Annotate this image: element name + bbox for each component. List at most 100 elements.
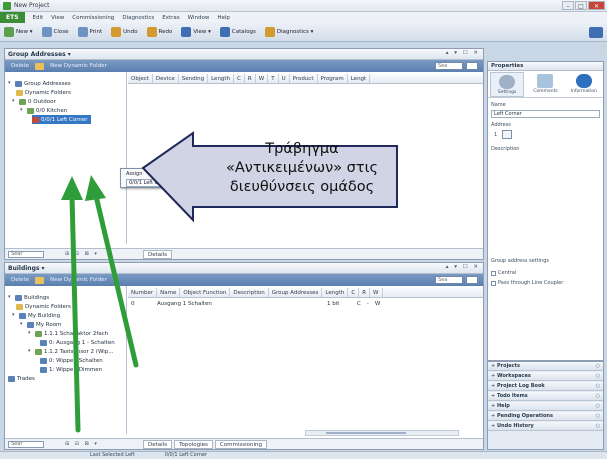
redo-button[interactable]: Redo (146, 27, 172, 37)
close-project-button[interactable]: Close (41, 27, 69, 37)
side-item-help[interactable]: Help (488, 402, 603, 411)
column-object[interactable]: Object (128, 74, 153, 83)
column-group-addresses[interactable]: Group Addresses (269, 288, 323, 297)
collapse-icon[interactable]: ▾ (12, 99, 17, 104)
column-r[interactable]: R (245, 74, 256, 83)
central-checkbox[interactable]: Central (491, 270, 516, 276)
column-w[interactable]: W (370, 288, 383, 297)
group-pane-controls[interactable]: ▴ ▾ ☐ ✕ (446, 50, 480, 56)
tab-details[interactable]: Details (143, 440, 173, 449)
tree-item-object-3[interactable]: 1: Wippe - Dimmen (40, 365, 102, 374)
tree-item-device-1[interactable]: ▾ 1.1.1 Schaltaktor 2fach (28, 329, 108, 338)
tree-item-object-2[interactable]: 0: Wippe - Schalten (40, 356, 103, 365)
menu-commissioning[interactable]: Commissioning (68, 15, 118, 21)
address-picker-icon[interactable] (502, 130, 512, 139)
column-program[interactable]: Program (318, 74, 348, 83)
tree-item-group-addresses[interactable]: ▾ Group Addresses (8, 79, 71, 88)
horizontal-scrollbar[interactable] (305, 430, 459, 436)
collapse-icon[interactable]: ▾ (28, 331, 33, 336)
column-length-2[interactable]: Lengt (348, 74, 371, 83)
buildings-toolbar-search-input[interactable]: Sea (435, 276, 463, 284)
checkbox-box[interactable] (491, 280, 496, 286)
buildings-new-dynamic-folder-button[interactable]: New Dynamic Folder (50, 277, 107, 283)
table-row[interactable]: 0 Ausgang 1 Schalten 1 bit C - W (128, 299, 483, 308)
tree-item-trades[interactable]: Trades (8, 374, 35, 383)
menu-help[interactable]: Help (213, 15, 234, 21)
help-icon[interactable] (589, 27, 603, 38)
tab-details[interactable]: Details (143, 250, 173, 259)
column-object-function[interactable]: Object Function (180, 288, 231, 297)
tree-item-object-1[interactable]: 0: Ausgang 1 - Schalten (40, 338, 115, 347)
tab-comments[interactable]: Comments (528, 72, 562, 97)
column-u[interactable]: U (279, 74, 290, 83)
collapse-icon[interactable]: ▾ (12, 313, 17, 318)
collapse-icon[interactable]: ▾ (20, 322, 25, 327)
menu-diagnostics[interactable]: Diagnostics (118, 15, 158, 21)
filter-icon[interactable] (466, 276, 478, 284)
group-toolbar-search-input[interactable]: Sea (435, 62, 463, 70)
name-field[interactable]: Left Corner (491, 110, 600, 118)
collapse-icon[interactable]: ▾ (20, 108, 25, 113)
close-window-button[interactable]: ✕ (588, 1, 605, 10)
column-number[interactable]: Number (128, 288, 158, 297)
side-item-pending-operations[interactable]: Pending Operations (488, 412, 603, 421)
menu-ets[interactable]: ETS (0, 12, 25, 23)
buildings-search-input[interactable]: Sear (8, 441, 44, 448)
tree-item-dynamic-folders[interactable]: Dynamic Folders (16, 302, 71, 311)
tree-item-main-group[interactable]: ▾ 0 Outdoor (12, 97, 56, 106)
tab-information[interactable]: Information (567, 72, 601, 97)
catalog-button[interactable]: Catalogs (219, 27, 256, 37)
menu-view[interactable]: View (47, 15, 68, 21)
column-t[interactable]: T (268, 74, 279, 83)
side-item-workspaces[interactable]: Workspaces (488, 372, 603, 381)
side-item-project-log-book[interactable]: Project Log Book (488, 382, 603, 391)
tree-item-buildings[interactable]: ▾ Buildings (8, 293, 49, 302)
tab-commissioning[interactable]: Commissioning (214, 440, 267, 449)
tree-item-device-2[interactable]: ▾ 1.1.2 Tastsensor 2 (Wip... (28, 347, 114, 356)
tree-item-my-building[interactable]: ▾ My Building (12, 311, 60, 320)
menu-window[interactable]: Window (184, 15, 214, 21)
column-length[interactable]: Length (322, 288, 349, 297)
group-pane-title[interactable]: Group Addresses ▾ (5, 49, 483, 60)
group-add-button[interactable]: Delete (11, 63, 29, 69)
buildings-pane-title[interactable]: Buildings ▾ (5, 263, 483, 274)
maximize-button[interactable]: □ (575, 1, 587, 10)
pass-through-checkbox[interactable]: Pass through Line Coupler (491, 280, 563, 286)
column-name[interactable]: Name (157, 288, 181, 297)
properties-title[interactable]: Properties (488, 62, 603, 71)
tree-item-group-address-selected[interactable]: 0/0/1 Left Corner (32, 115, 91, 124)
address-value[interactable]: 1 (494, 132, 497, 138)
side-item-projects[interactable]: Projects (488, 362, 603, 371)
column-w[interactable]: W (256, 74, 269, 83)
column-sending[interactable]: Sending (179, 74, 209, 83)
checkbox-box[interactable] (491, 270, 496, 276)
buildings-add-button[interactable]: Delete (11, 277, 29, 283)
collapse-icon[interactable]: ▾ (8, 81, 13, 86)
tree-item-my-room[interactable]: ▾ My Room (20, 320, 61, 329)
view-button[interactable]: View ▾ (181, 27, 211, 37)
column-r[interactable]: R (359, 288, 371, 297)
column-length[interactable]: Length (208, 74, 235, 83)
buildings-pane-controls[interactable]: ▴ ▾ ☐ ✕ (446, 264, 480, 270)
minimize-button[interactable]: – (562, 1, 574, 10)
tab-settings[interactable]: Settings (490, 72, 525, 97)
tab-topologies[interactable]: Topologies (174, 440, 213, 449)
buildings-footer-tools[interactable]: ⊞ ⊟ ⊠ ▾ (65, 441, 99, 447)
filter-icon[interactable] (466, 62, 478, 70)
menu-extras[interactable]: Extras (158, 15, 183, 21)
collapse-icon[interactable]: ▾ (8, 295, 13, 300)
group-new-dynamic-folder-button[interactable]: New Dynamic Folder (50, 63, 107, 69)
group-footer-tools[interactable]: ⊞ ⊟ ⊠ ▾ (65, 251, 99, 257)
menu-edit[interactable]: Edit (29, 15, 48, 21)
column-device[interactable]: Device (153, 74, 179, 83)
collapse-icon[interactable]: ▾ (28, 349, 33, 354)
diagnostics-button[interactable]: Diagnostics ▾ (264, 27, 313, 37)
scroll-thumb[interactable] (326, 432, 406, 434)
tree-item-middle-group[interactable]: ▾ 0/0 Kitchen (20, 106, 67, 115)
print-button[interactable]: Print (77, 27, 102, 37)
column-c[interactable]: C (348, 288, 360, 297)
group-search-input[interactable]: Sear (8, 251, 44, 258)
column-description[interactable]: Description (230, 288, 269, 297)
side-item-undo-history[interactable]: Undo History (488, 422, 603, 431)
new-button[interactable]: New ▾ (4, 27, 33, 37)
